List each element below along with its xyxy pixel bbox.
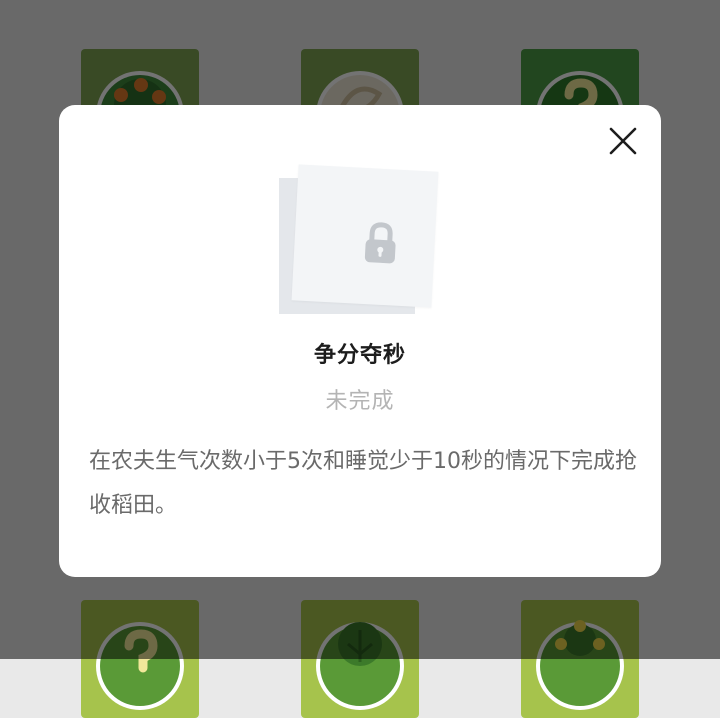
achievement-detail-modal: 争分夺秒 未完成 在农夫生气次数小于5次和睡觉少于10秒的情况下完成抢收稻田。 [59, 105, 661, 577]
lock-icon [360, 220, 402, 266]
achievement-status: 未完成 [325, 389, 395, 414]
close-icon [609, 127, 637, 155]
achievement-description: 在农夫生气次数小于5次和睡觉少于10秒的情况下完成抢收稻田。 [89, 449, 637, 518]
achievement-title: 争分夺秒 [313, 343, 406, 368]
card-face [291, 164, 439, 308]
locked-achievement-card [277, 162, 445, 318]
close-button[interactable] [605, 123, 641, 159]
